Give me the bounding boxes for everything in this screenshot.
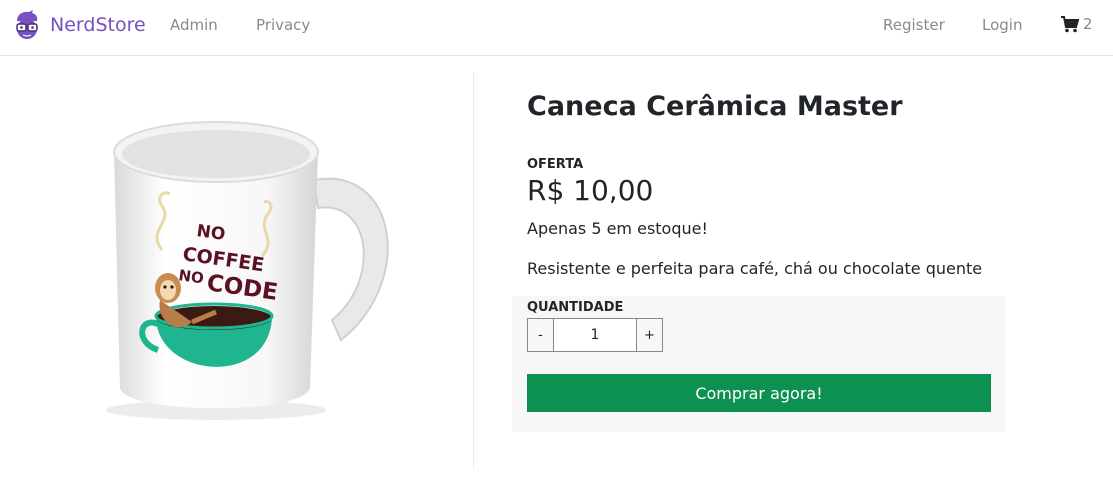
product-title: Caneca Cerâmica Master <box>527 91 903 122</box>
brand-link[interactable]: NerdStore <box>14 9 146 41</box>
purchase-panel: QUANTIDADE - + Comprar agora! <box>512 296 1006 432</box>
nav-link-privacy[interactable]: Privacy <box>256 16 310 34</box>
quantity-input[interactable] <box>554 318 636 352</box>
shopping-cart-icon <box>1061 15 1079 32</box>
buy-now-button[interactable]: Comprar agora! <box>527 374 991 412</box>
decrement-button[interactable]: - <box>527 318 554 352</box>
nav-link-register[interactable]: Register <box>883 16 945 34</box>
product-description: Resistente e perfeita para café, chá ou … <box>527 259 983 278</box>
stock-status: Apenas 5 em estoque! <box>527 219 708 238</box>
mug-text-no-2: NO <box>177 266 205 287</box>
column-divider <box>473 72 474 470</box>
mug-text-no-1: NO <box>195 221 226 245</box>
increment-button[interactable]: + <box>636 318 663 352</box>
quantity-label: QUANTIDADE <box>527 300 624 315</box>
product-price: R$ 10,00 <box>527 174 654 207</box>
quantity-stepper: - + <box>527 318 663 352</box>
product-image: NO COFFEE NO CODE <box>106 121 389 420</box>
brand-name: NerdStore <box>50 14 146 36</box>
cart-link[interactable]: 2 <box>1061 15 1093 33</box>
navbar: NerdStore Admin Privacy Register Login 2 <box>0 0 1113 56</box>
offer-label: OFERTA <box>527 157 584 172</box>
nav-link-admin[interactable]: Admin <box>170 16 218 34</box>
nerd-logo-icon <box>16 10 38 39</box>
cart-count: 2 <box>1083 15 1093 33</box>
nav-link-login[interactable]: Login <box>982 16 1022 34</box>
